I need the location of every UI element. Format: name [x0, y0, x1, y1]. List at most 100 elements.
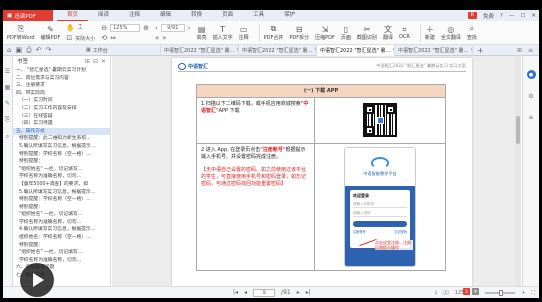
- pdf-to-word-button[interactable]: ⎘ PDF转Word: [7, 24, 35, 41]
- double-page-icon[interactable]: ▯▯: [443, 290, 449, 296]
- document-tab[interactable]: 中语智汇2022 "智汇星选" 暑... ✕: [239, 44, 317, 56]
- bookmark-item[interactable]: 特别提醒：学校名称（空一格）...: [13, 151, 110, 159]
- undo-icon[interactable]: ↶: [36, 46, 42, 55]
- ocr-button[interactable]: ⌗ OCR: [399, 25, 410, 41]
- menu-tab-tools[interactable]: 工具: [243, 10, 274, 21]
- prev-page-icon[interactable]: ◂: [244, 289, 247, 296]
- zoom-input[interactable]: 125%: [110, 23, 141, 32]
- page-input[interactable]: 9/91: [160, 23, 185, 32]
- pdf-merge-button[interactable]: ⧉ PDF合并: [264, 24, 284, 41]
- settings-icon[interactable]: ⚙: [528, 93, 533, 100]
- zoom-out-icon[interactable]: ⊖: [101, 24, 107, 32]
- find-button[interactable]: ⌕ 查找: [467, 24, 477, 41]
- actual-size-button[interactable]: 实际大小: [75, 35, 95, 42]
- bookmark-item[interactable]: （二）实习工作内容及安排: [13, 105, 110, 113]
- split-view-icon[interactable]: ⊞: [517, 47, 522, 54]
- new-button[interactable]: ＋ 新建: [425, 25, 435, 41]
- attachment-panel-icon[interactable]: ⎘: [5, 116, 10, 124]
- document-tab[interactable]: 中语智汇2022 "智汇星选" 暑... ✕: [395, 44, 473, 56]
- next-page-icon[interactable]: ▸: [297, 289, 300, 296]
- bookmark-item[interactable]: "组织姓名" 一栏，切记填写...: [13, 211, 110, 219]
- last-page-icon[interactable]: »: [162, 34, 166, 42]
- ai-assistant-icon[interactable]: ●: [526, 70, 536, 79]
- bookmark-item[interactable]: 三、注册要求: [13, 82, 110, 90]
- highlight-button[interactable]: ▤ 高亮: [197, 25, 207, 41]
- zoom-slider[interactable]: [485, 289, 516, 296]
- bookmark-item[interactable]: 学校名称为准确名称，切勿...: [13, 173, 110, 181]
- ime-logo-icon[interactable]: S: [463, 288, 470, 295]
- first-page-icon[interactable]: «: [155, 34, 159, 42]
- fullscreen-icon[interactable]: ⛶: [531, 290, 535, 296]
- close-icon[interactable]: ✕: [531, 13, 536, 19]
- document-canvas[interactable]: 中语智汇 中语智汇2022 "智汇星选" 暑期云实习 实习方案 (一) 下载 A…: [112, 56, 521, 286]
- bookmark-item[interactable]: 四、带实际岗: [13, 90, 110, 98]
- menu-tab-page[interactable]: 页面: [212, 10, 243, 21]
- print-icon[interactable]: ⎙: [26, 46, 32, 55]
- bookmark-item[interactable]: 学校名称为准确名称，切勿...: [13, 219, 110, 227]
- zoom-slider-knob[interactable]: [499, 289, 504, 296]
- menu-tab-convert[interactable]: 转换: [181, 10, 212, 21]
- zoom-in-icon[interactable]: +: [521, 290, 525, 296]
- thumbnail-panel-icon[interactable]: ▦: [5, 84, 11, 91]
- account-badge[interactable]: K: [468, 12, 478, 19]
- bookmark-item[interactable]: （四）实习待遇: [13, 120, 110, 128]
- save-icon[interactable]: ▣: [15, 46, 22, 55]
- bookmark-item[interactable]: "组织姓名" 一栏，切记填写...: [13, 166, 110, 174]
- bookmark-item[interactable]: 特别提醒：此二维码为新生系统...: [13, 135, 110, 143]
- bookmark-item[interactable]: 特别提醒：: [13, 242, 110, 250]
- page-button[interactable]: ▯ 页面: [341, 25, 351, 41]
- page-number-input[interactable]: 9: [253, 288, 276, 297]
- bookmark-item[interactable]: 组织姓名：学校名称（空一格）...: [13, 234, 110, 242]
- bookmark-item[interactable]: "组织姓名" 一栏，切记填写...: [13, 249, 110, 257]
- full-translate-button[interactable]: ◎ 全文翻译: [441, 25, 461, 41]
- pdf-split-button[interactable]: ⊟ PDF拆分: [289, 25, 309, 41]
- home-icon[interactable]: ⌂: [7, 46, 11, 55]
- bookmark-item[interactable]: 二、岗位需求与实习内容: [13, 75, 110, 83]
- select-icon[interactable]: ⌶: [78, 23, 82, 32]
- expand-icon[interactable]: ⊞: [85, 58, 90, 65]
- scrollbar-thumb[interactable]: [516, 116, 520, 144]
- zoom-in-icon[interactable]: ⊕: [143, 24, 149, 32]
- actual-size-icon[interactable]: ⊡: [66, 34, 72, 42]
- document-tab[interactable]: 中语智汇2022 "智汇星选" 暑... ✕: [161, 44, 239, 56]
- redo-icon[interactable]: ↷: [46, 46, 52, 55]
- next-page-icon[interactable]: ›: [188, 24, 191, 32]
- single-page-icon[interactable]: ▯: [435, 290, 438, 296]
- ime-mode-icon[interactable]: 中: [472, 288, 479, 295]
- compress-pdf-button[interactable]: ⇲ 压缩PDF: [315, 25, 335, 41]
- video-play-button[interactable]: [20, 263, 54, 297]
- last-page-icon[interactable]: ▸|: [306, 289, 311, 296]
- bookmark-item[interactable]: 特别提醒：: [13, 158, 110, 166]
- annotation-panel-icon[interactable]: ✎: [5, 100, 10, 107]
- prev-page-icon[interactable]: ‹: [155, 24, 158, 32]
- bookmark-item[interactable]: 特别提醒：: [13, 204, 110, 212]
- bookmark-item[interactable]: 4.确认所填写实习信息，根据提示...: [13, 226, 110, 234]
- menu-icon[interactable]: ≡: [528, 47, 533, 54]
- menu-tab-read[interactable]: 阅读: [88, 10, 119, 21]
- qr-code-image[interactable]: [363, 103, 397, 137]
- fit-width-icon[interactable]: ⇔: [110, 34, 116, 42]
- app-name-tab[interactable]: ▣ 迅读PDF: [3, 10, 53, 21]
- bookmark-item[interactable]: 五、操作方式: [13, 127, 110, 136]
- rotate-icon[interactable]: ⟲: [101, 34, 107, 42]
- bookmark-panel-icon[interactable]: ☰: [5, 68, 10, 75]
- maximize-icon[interactable]: ☐: [520, 13, 525, 19]
- vertical-scrollbar[interactable]: [515, 56, 521, 286]
- bookmark-item[interactable]: 5.确认所填写实习信息，根据提示...: [13, 189, 110, 197]
- properties-icon[interactable]: ≡: [528, 114, 533, 121]
- bookmark-item[interactable]: 学校名称为准确名称，切勿...: [13, 257, 110, 265]
- document-tab-active[interactable]: 中语智汇2022 "智汇星选" 暑... ✕: [317, 44, 395, 56]
- bookmark-item[interactable]: （三）在线答疑: [13, 113, 110, 121]
- translate-button[interactable]: 文 翻译: [383, 25, 393, 41]
- hand-icon[interactable]: ✋: [66, 24, 75, 32]
- screenshot-ocr-button[interactable]: ✂ 截图识别: [357, 25, 377, 41]
- bookmark-item[interactable]: 【童年5000+调查】的要求，如: [13, 181, 110, 189]
- search-panel-icon[interactable]: ⌕: [6, 133, 9, 141]
- menu-tab-edit[interactable]: 编辑: [150, 10, 181, 21]
- first-page-icon[interactable]: |◂: [233, 289, 238, 296]
- collapse-icon[interactable]: ⊟: [93, 58, 98, 65]
- minimize-icon[interactable]: —: [509, 13, 515, 19]
- menu-tab-home[interactable]: 首页: [57, 10, 89, 21]
- new-tab-icon[interactable]: +: [473, 46, 484, 55]
- close-panel-icon[interactable]: ✕: [101, 58, 106, 65]
